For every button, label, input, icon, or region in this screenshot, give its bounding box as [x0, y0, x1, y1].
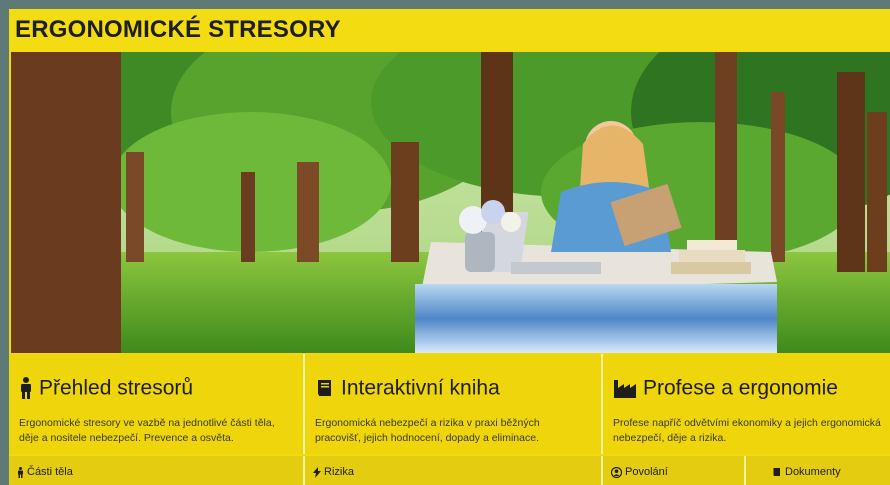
standing-person-icon: [18, 466, 23, 478]
book-icon: [773, 468, 780, 477]
standing-person-icon: [21, 377, 31, 400]
card-description: Profese napříč odvětvími ekonomiky a jej…: [613, 417, 881, 444]
tab-label: Povolání: [625, 466, 668, 479]
card-title: Interaktivní kniha: [341, 376, 500, 400]
user-circle-icon: [610, 466, 623, 478]
page-header: ERGONOMICKÉ STRESORY: [9, 9, 890, 51]
bolt-icon: [313, 466, 321, 478]
factory-icon: [614, 380, 636, 399]
card-title: Profese a ergonomie: [643, 376, 838, 400]
card-description: Ergonomické stresory ve vazbě na jednotl…: [19, 417, 275, 444]
card-prehled-stresoru[interactable]: Přehled stresorů Ergonomické stresory ve…: [9, 354, 305, 454]
card-interaktivni-kniha[interactable]: Interaktivní kniha Ergonomická nebezpečí…: [305, 354, 603, 454]
tab-label: Dokumenty: [785, 466, 841, 479]
page-frame: ERGONOMICKÉ STRESORY Přehled stresorů Er…: [9, 9, 890, 485]
hero-image: [11, 52, 890, 353]
card-description: Ergonomická nebezpečí a rizika v praxi b…: [315, 417, 540, 444]
page-title: ERGONOMICKÉ STRESORY: [15, 16, 341, 43]
bottom-nav: Části těla Rizika Povolání Dokumenty: [9, 456, 890, 485]
tab-povolani[interactable]: Povolání: [603, 456, 746, 485]
book-icon: [318, 380, 331, 397]
tab-dokumenty[interactable]: Dokumenty: [746, 456, 890, 485]
tab-label: Části těla: [27, 466, 73, 479]
card-title: Přehled stresorů: [39, 376, 194, 400]
tab-rizika[interactable]: Rizika: [305, 456, 603, 485]
tab-casti-tela[interactable]: Části těla: [9, 456, 305, 485]
tab-label: Rizika: [324, 466, 354, 479]
card-profese-a-ergonomie[interactable]: Profese a ergonomie Profese napříč odvět…: [603, 354, 890, 454]
feature-cards: Přehled stresorů Ergonomické stresory ve…: [9, 354, 890, 454]
